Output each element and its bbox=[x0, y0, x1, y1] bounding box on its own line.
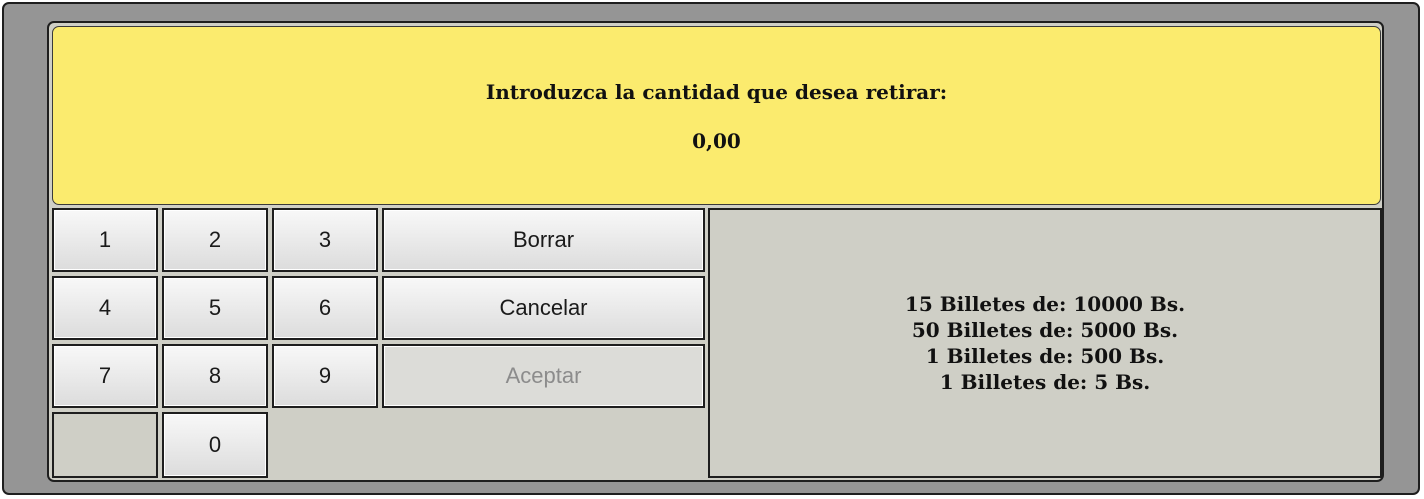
key-7[interactable]: 7 bbox=[52, 344, 158, 408]
key-3[interactable]: 3 bbox=[272, 208, 378, 272]
key-6[interactable]: 6 bbox=[272, 276, 378, 340]
key-1[interactable]: 1 bbox=[52, 208, 158, 272]
note-line: 15 Billetes de: 10000 Bs. bbox=[904, 292, 1186, 316]
amount-display: 0,00 bbox=[692, 129, 741, 153]
atm-display: Introduzca la cantidad que desea retirar… bbox=[52, 26, 1381, 205]
banknote-breakdown: 15 Billetes de: 10000 Bs. 50 Billetes de… bbox=[708, 208, 1382, 478]
key-8[interactable]: 8 bbox=[162, 344, 268, 408]
key-4[interactable]: 4 bbox=[52, 276, 158, 340]
key-5[interactable]: 5 bbox=[162, 276, 268, 340]
atm-frame: Introduzca la cantidad que desea retirar… bbox=[2, 2, 1420, 495]
clear-button[interactable]: Borrar bbox=[382, 208, 705, 272]
note-line: 50 Billetes de: 5000 Bs. bbox=[911, 318, 1179, 342]
empty-key-slot bbox=[52, 412, 158, 478]
key-2[interactable]: 2 bbox=[162, 208, 268, 272]
cancel-button[interactable]: Cancelar bbox=[382, 276, 705, 340]
key-9[interactable]: 9 bbox=[272, 344, 378, 408]
accept-button[interactable]: Aceptar bbox=[382, 344, 705, 408]
key-0[interactable]: 0 bbox=[162, 412, 268, 478]
note-line: 1 Billetes de: 500 Bs. bbox=[925, 344, 1165, 368]
note-line: 1 Billetes de: 5 Bs. bbox=[939, 370, 1151, 394]
withdraw-prompt: Introduzca la cantidad que desea retirar… bbox=[485, 80, 948, 104]
atm-machine: Introduzca la cantidad que desea retirar… bbox=[47, 21, 1384, 482]
